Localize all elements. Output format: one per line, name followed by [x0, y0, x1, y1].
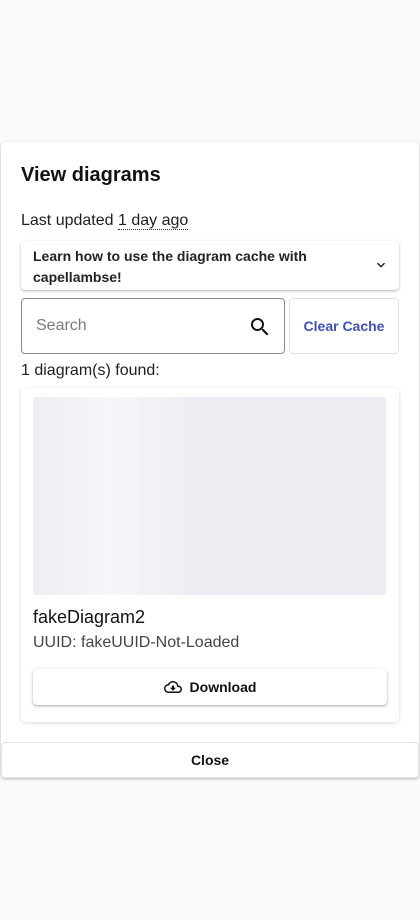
- last-updated-label: Last updated: [21, 212, 114, 229]
- diagram-name: fakeDiagram2: [33, 607, 146, 627]
- dialog-title: View diagrams: [21, 164, 161, 186]
- view-diagrams-dialog: View diagrams Last updated 1 day ago Lea…: [1, 142, 419, 778]
- clear-cache-button[interactable]: Clear Cache: [289, 298, 399, 354]
- last-updated-row: Last updated 1 day ago: [21, 212, 189, 230]
- chevron-down-icon: [377, 262, 385, 268]
- help-accordion[interactable]: Learn how to use the diagram cache with …: [21, 241, 399, 290]
- download-label: Download: [189, 679, 257, 695]
- search-field[interactable]: [21, 298, 285, 354]
- cloud-download-icon: [163, 681, 182, 693]
- results-count: 1 diagram(s) found:: [21, 362, 160, 379]
- download-button[interactable]: Download: [33, 669, 387, 705]
- diagram-uuid: UUID: fakeUUID-Not-Loaded: [33, 634, 240, 651]
- diagram-card: fakeDiagram2 UUID: fakeUUID-Not-Loaded D…: [21, 388, 399, 722]
- last-updated-relative-time: 1 day ago: [117, 212, 189, 230]
- help-accordion-label: Learn how to use the diagram cache with …: [33, 248, 307, 285]
- diagram-thumbnail-placeholder: [33, 397, 386, 595]
- close-button[interactable]: Close: [1, 742, 419, 778]
- search-icon[interactable]: [248, 315, 272, 339]
- search-input[interactable]: [36, 299, 236, 353]
